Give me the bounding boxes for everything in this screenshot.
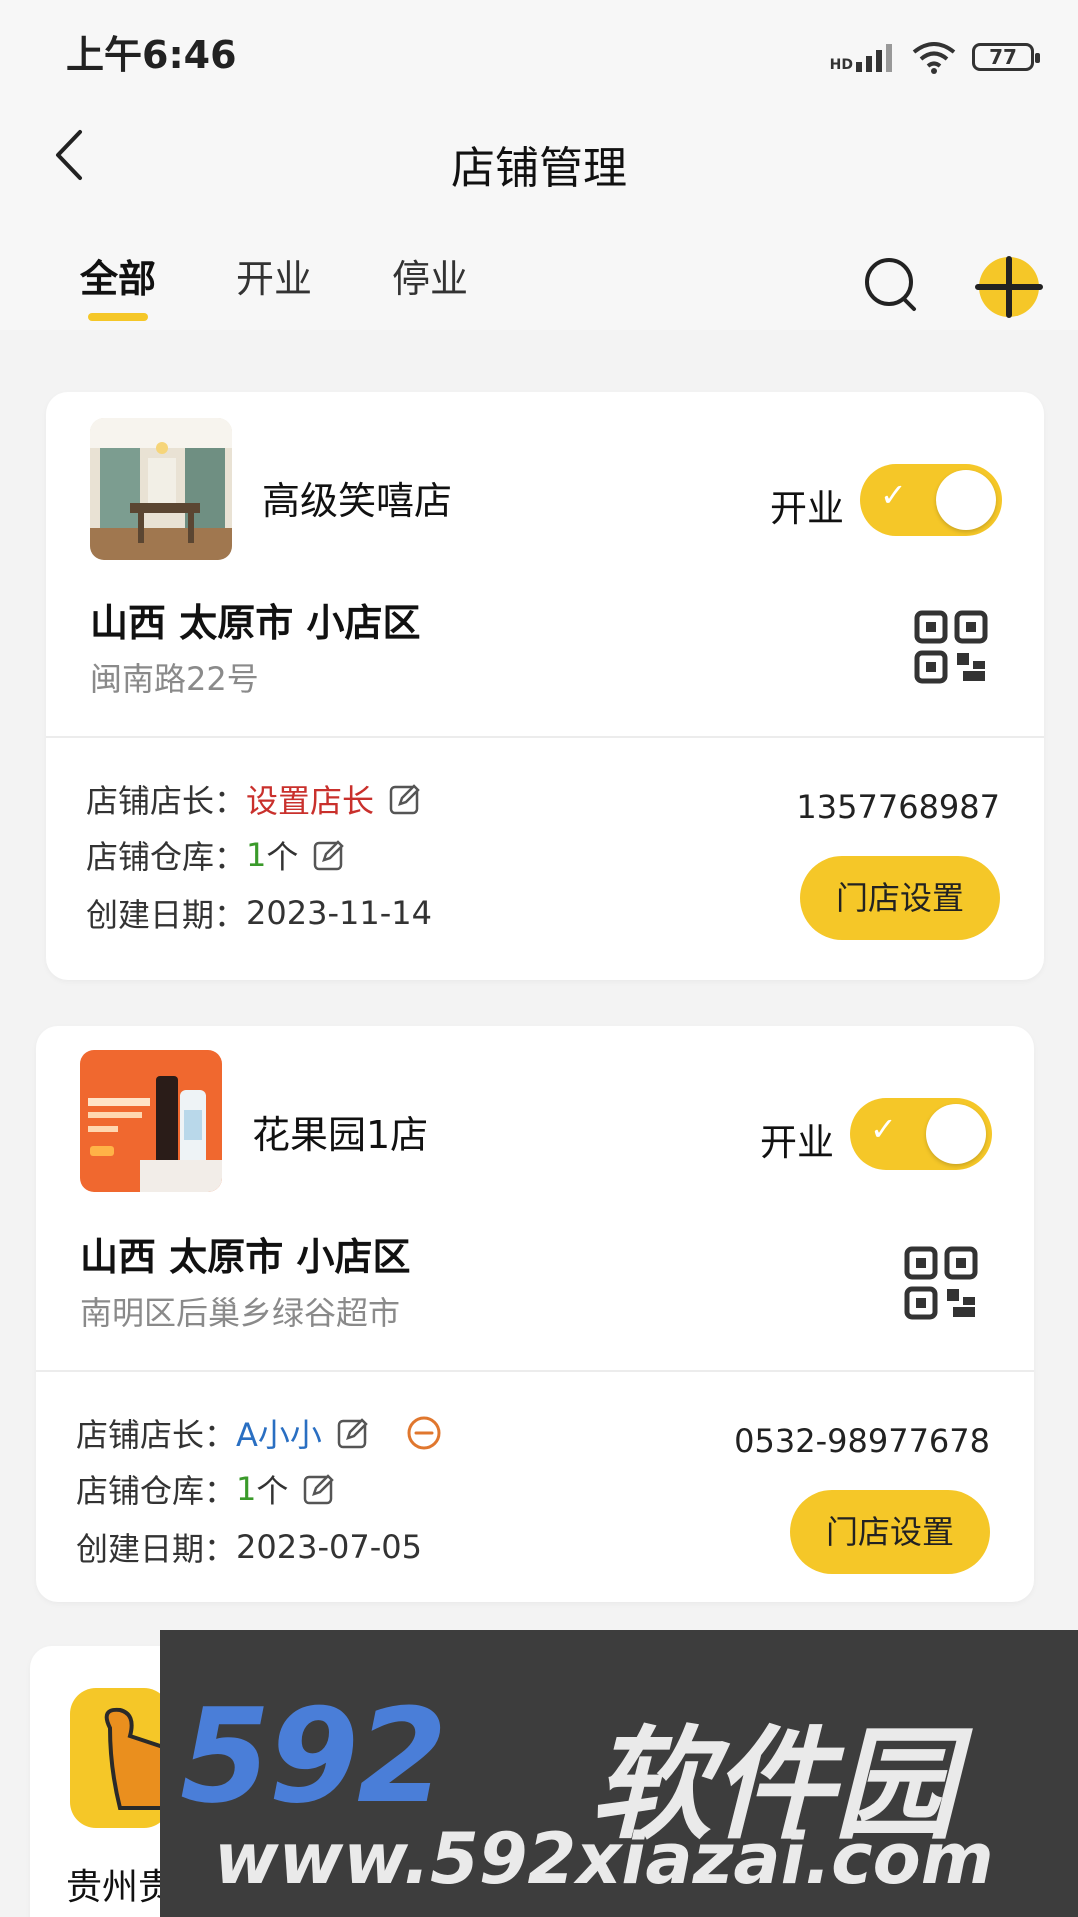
store-region: 山西 太原市 小店区 [80,1235,411,1279]
edit-icon[interactable] [336,1416,370,1450]
divider [36,1370,1034,1372]
store-name: 贵州贵 [66,1867,175,1908]
qr-code-icon [904,1246,978,1320]
tab-all[interactable]: 全部 [80,248,156,321]
store-region: 山西 太原市 小店区 [90,601,421,645]
warehouse-row: 店铺仓库： 1 个 [76,1466,336,1512]
created-row: 创建日期： 2023-07-05 [76,1524,422,1570]
tab-closed[interactable]: 停业 [392,248,468,303]
open-toggle[interactable]: ✓ [860,464,1002,536]
store-phone: 0532-98977678 [734,1422,990,1460]
add-store-button[interactable] [974,255,1044,319]
edit-icon[interactable] [312,838,346,872]
qr-code-icon [914,610,988,684]
warehouse-label: 店铺仓库： [76,1472,237,1510]
remove-manager-icon[interactable] [406,1415,442,1451]
status-icons: HD 77 [830,40,1040,74]
created-date: 2023-11-14 [246,894,432,932]
edit-icon[interactable] [302,1472,336,1506]
status-label: 开业 [760,1121,834,1164]
search-icon [865,258,916,311]
created-row: 创建日期： 2023-11-14 [86,890,432,936]
tab-bar: 全部 开业 停业 [80,248,548,321]
qr-code-button[interactable] [914,610,988,684]
check-icon: ✓ [880,476,907,514]
signal-icon: HD [830,42,896,72]
toggle-knob [926,1104,986,1164]
tab-open[interactable]: 开业 [236,248,312,303]
created-date: 2023-07-05 [236,1528,422,1566]
watermark-url: www.592xiazai.com [214,1818,994,1900]
store-address: 闽南路22号 [90,660,259,698]
store-phone: 1357768987 [796,788,1000,826]
qr-code-button[interactable] [904,1246,978,1320]
toggle-knob [936,470,996,530]
store-thumbnail [70,1688,170,1828]
store-settings-button[interactable]: 门店设置 [800,856,1000,940]
warehouse-count: 1 [236,1470,257,1508]
created-label: 创建日期： [86,896,247,934]
warehouse-label: 店铺仓库： [86,838,247,876]
edit-icon[interactable] [388,782,422,816]
warehouse-unit: 个 [256,1472,289,1510]
battery-indicator: 77 [972,43,1040,71]
manager-name-link[interactable]: A小小 [236,1410,322,1456]
plus-icon [975,256,1043,318]
divider [46,736,1044,738]
store-name: 花果园1店 [252,1113,429,1157]
page-title: 店铺管理 [451,143,627,194]
store-thumbnail [90,418,232,560]
store-settings-button[interactable]: 门店设置 [790,1490,990,1574]
created-label: 创建日期： [76,1530,237,1568]
manager-label: 店铺店长： [86,782,247,820]
manager-row: 店铺店长： 设置店长 [86,776,422,822]
warehouse-count: 1 [246,836,267,874]
search-button[interactable] [862,255,922,315]
set-manager-link[interactable]: 设置店长 [246,776,374,822]
warehouse-unit: 个 [266,838,299,876]
wifi-icon [912,42,956,74]
status-label: 开业 [770,487,844,530]
store-name: 高级笑嘻店 [262,479,453,523]
store-thumbnail [80,1050,222,1192]
status-time: 上午6:46 [66,33,237,77]
store-address: 南明区后巢乡绿谷超市 [80,1294,401,1332]
open-toggle[interactable]: ✓ [850,1098,992,1170]
watermark-logo: 592 [180,1680,447,1832]
network-label: HD [829,57,853,73]
warehouse-row: 店铺仓库： 1 个 [86,832,346,878]
manager-label: 店铺店长： [76,1416,237,1454]
check-icon: ✓ [870,1110,897,1148]
manager-row: 店铺店长： A小小 [76,1410,442,1456]
